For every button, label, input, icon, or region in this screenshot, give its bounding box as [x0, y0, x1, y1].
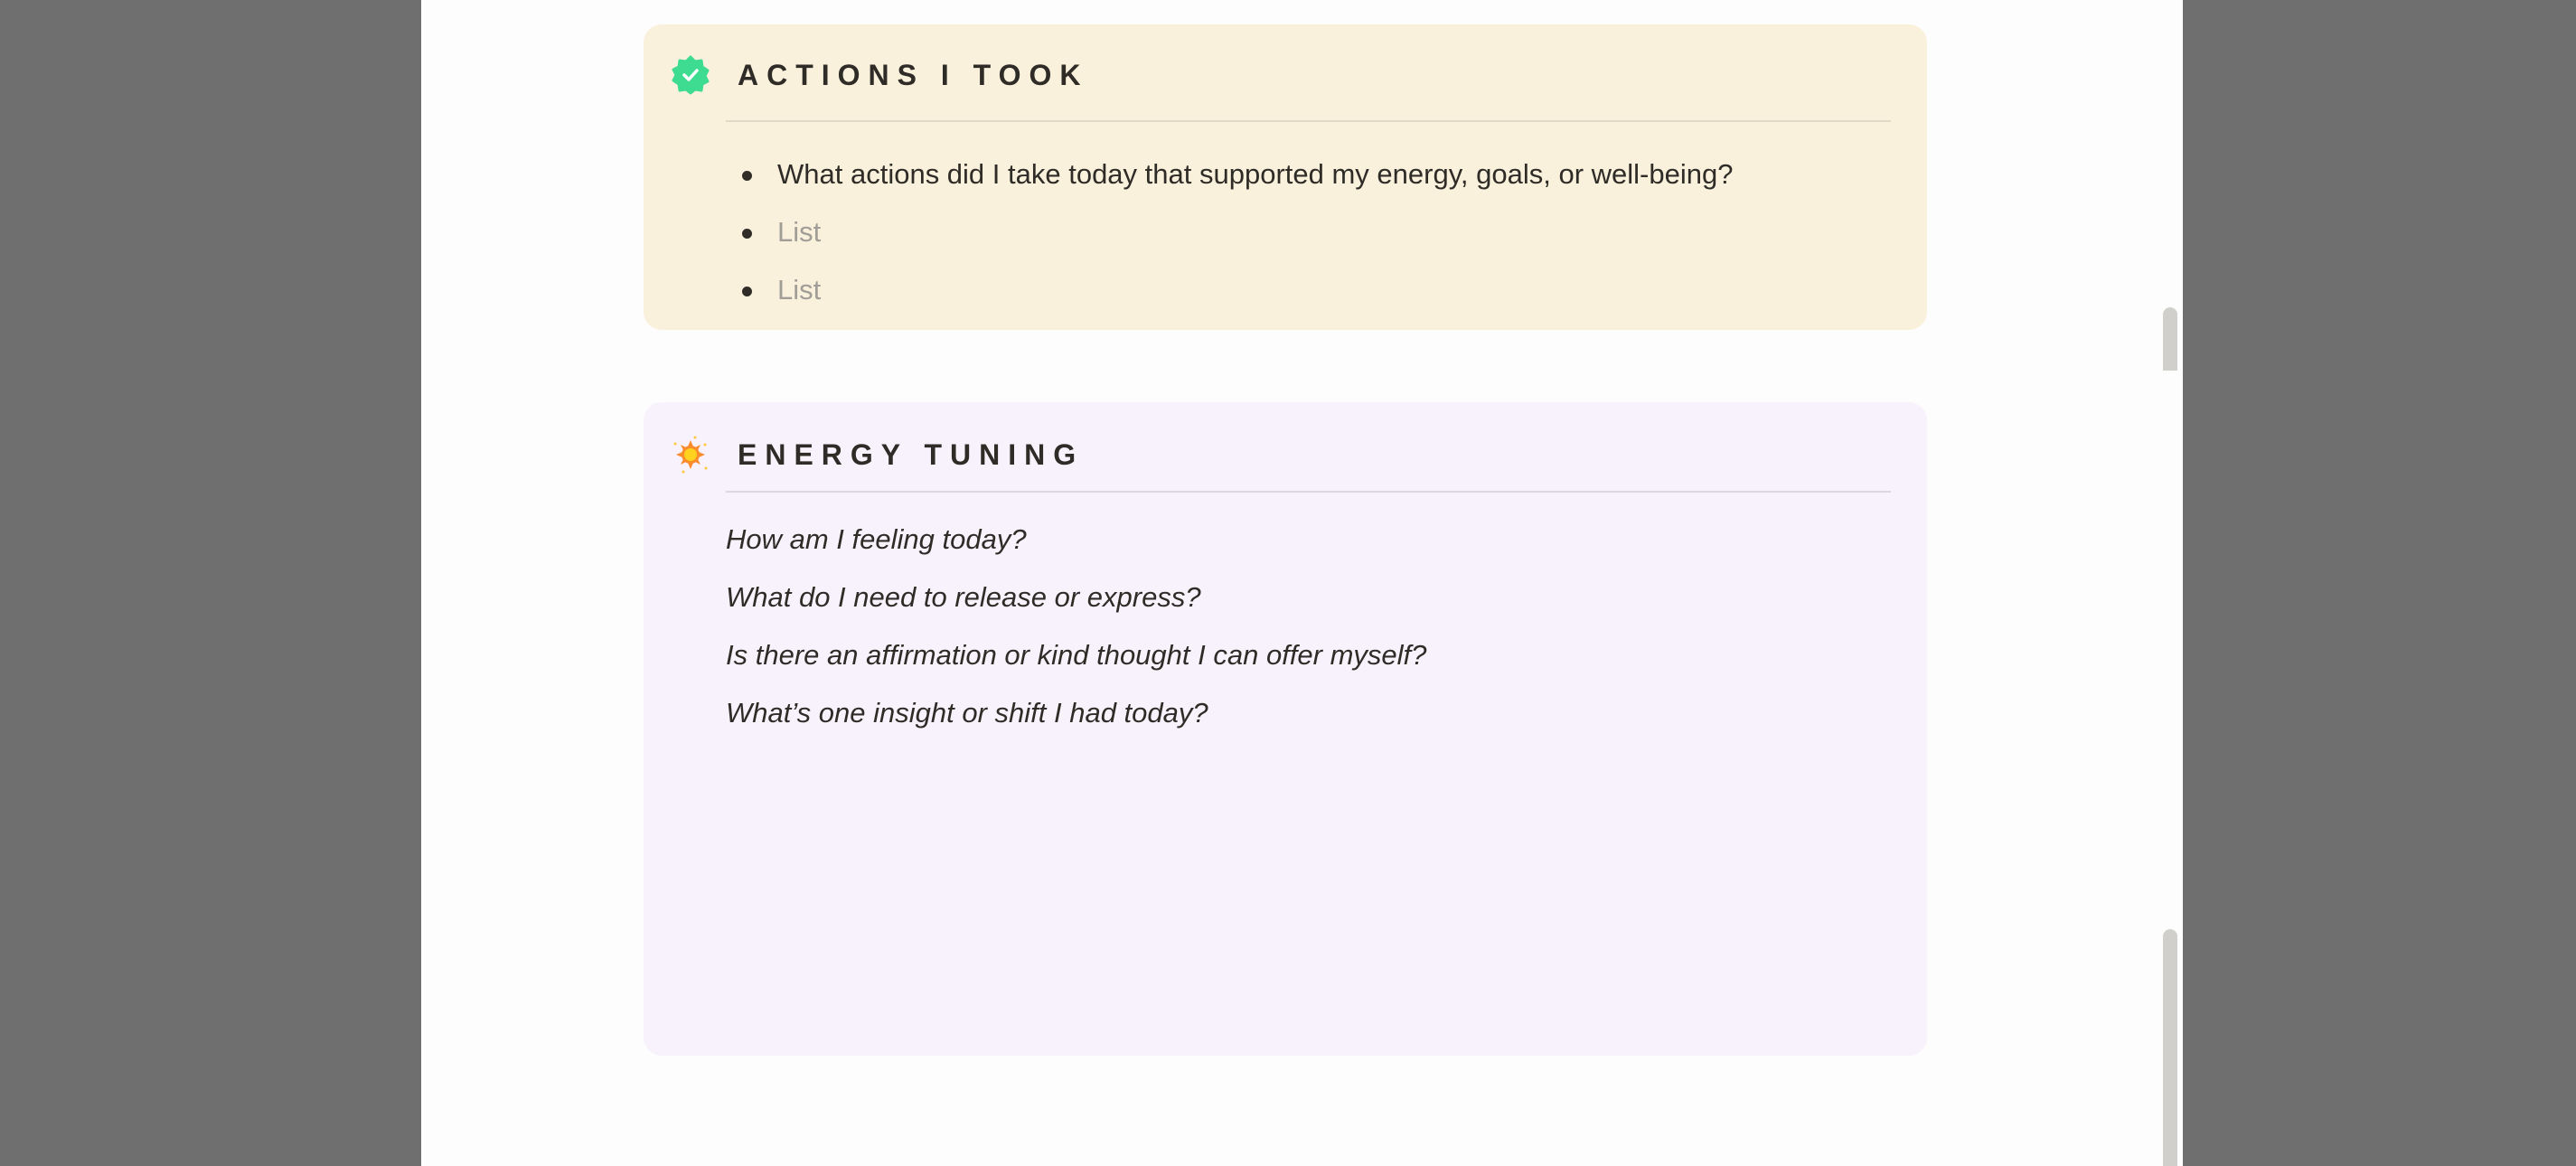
scrollbar-thumb[interactable] — [2163, 929, 2177, 1166]
scrollbar-thumb-inner[interactable] — [2163, 307, 2177, 371]
list-item-placeholder[interactable]: List — [741, 203, 1733, 261]
energy-title: ENERGY TUNING — [738, 437, 1085, 471]
divider — [726, 120, 1891, 122]
energy-prompts: How am I feeling today? What do I need t… — [726, 511, 1426, 742]
actions-title: ACTIONS I TOOK — [738, 58, 1089, 91]
prompt-text[interactable]: What do I need to release or express? — [726, 569, 1426, 626]
energy-callout: ENERGY TUNING How am I feeling today? Wh… — [644, 402, 1927, 1056]
energy-header: ENERGY TUNING — [671, 435, 1084, 475]
actions-header: ACTIONS I TOOK — [671, 55, 1089, 95]
divider — [726, 491, 1891, 493]
verified-badge-icon — [672, 55, 710, 95]
prompt-text[interactable]: How am I feeling today? — [726, 511, 1426, 569]
actions-list: What actions did I take today that suppo… — [726, 146, 1733, 319]
sun-icon — [673, 436, 708, 474]
list-item[interactable]: What actions did I take today that suppo… — [741, 146, 1733, 203]
prompt-text[interactable]: What’s one insight or shift I had today? — [726, 684, 1426, 742]
list-item-placeholder[interactable]: List — [741, 261, 1733, 319]
document-page: ACTIONS I TOOK What actions did I take t… — [421, 0, 2183, 1166]
prompt-text[interactable]: Is there an affirmation or kind thought … — [726, 626, 1426, 684]
actions-callout: ACTIONS I TOOK What actions did I take t… — [644, 24, 1927, 330]
